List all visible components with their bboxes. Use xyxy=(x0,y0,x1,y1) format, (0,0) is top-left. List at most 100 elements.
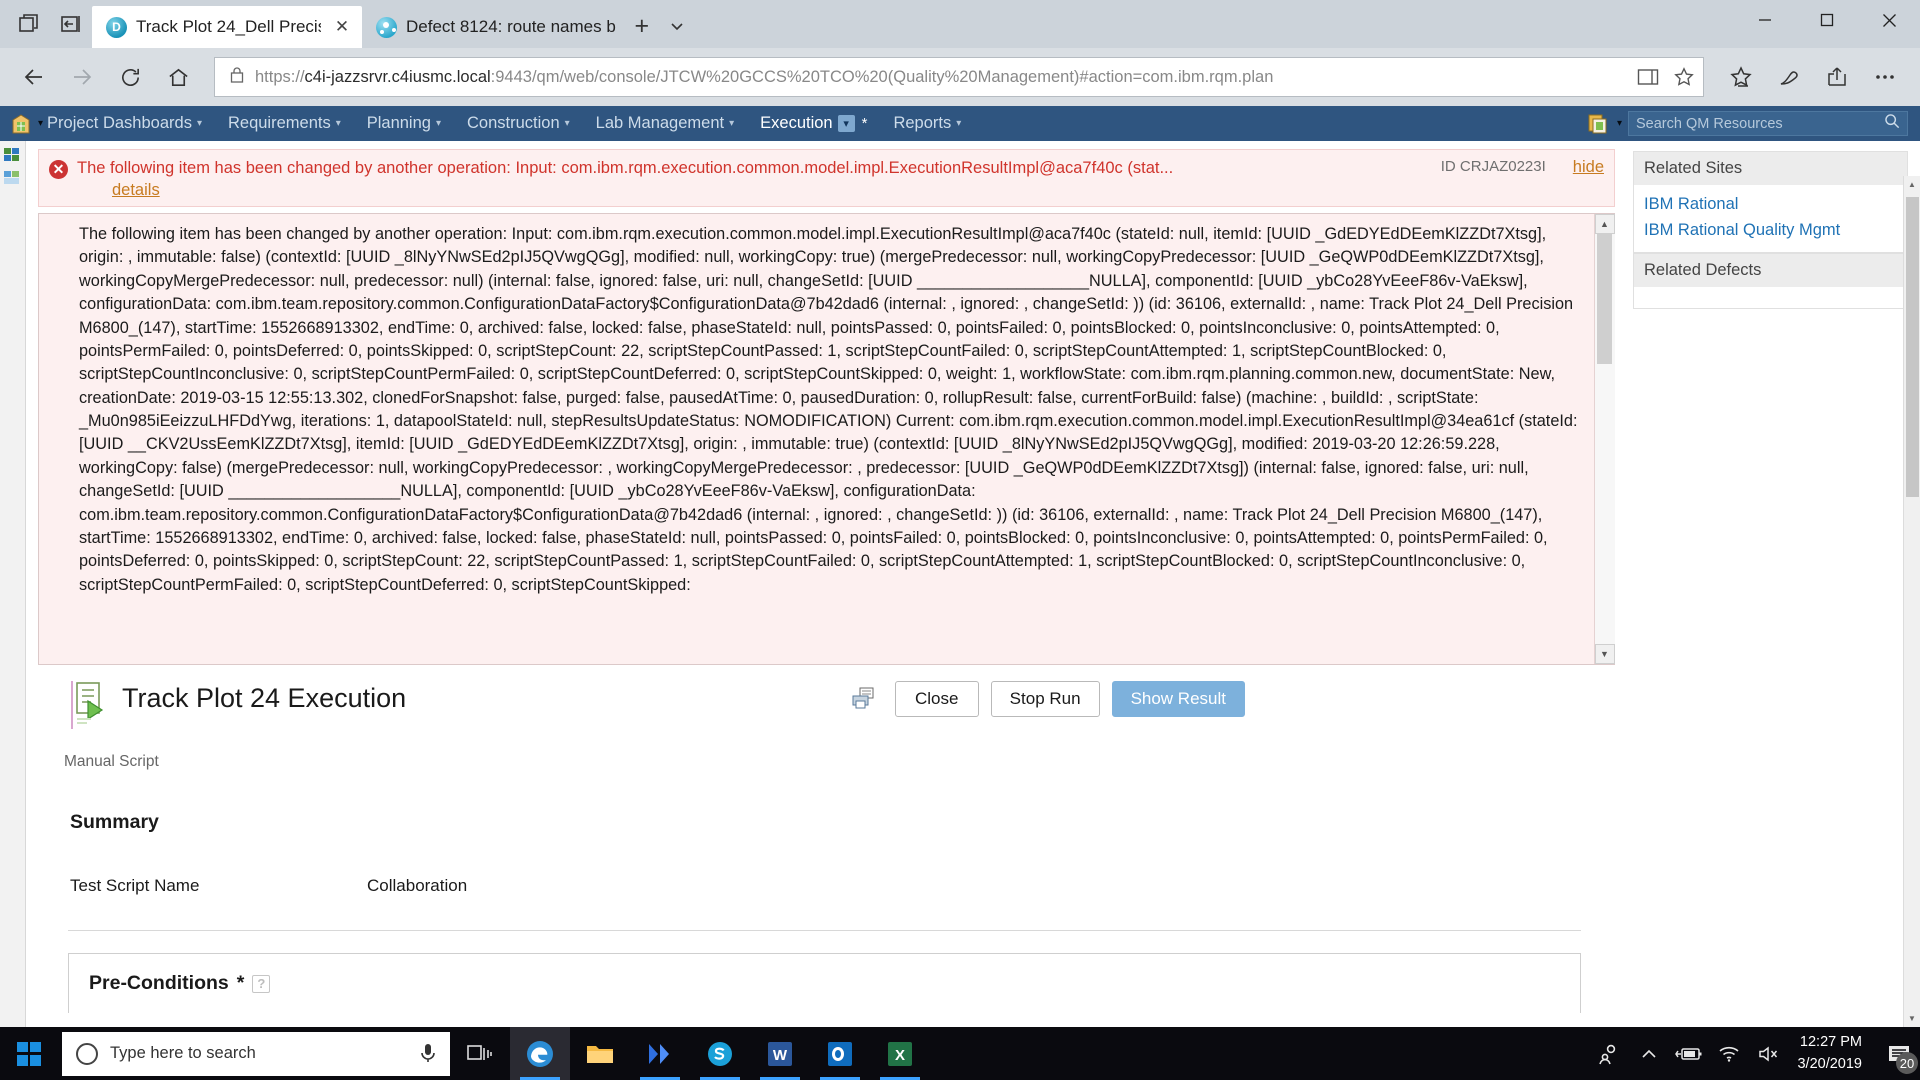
taskbar-search-placeholder: Type here to search xyxy=(110,1044,256,1062)
battery-charging-icon[interactable] xyxy=(1669,1027,1709,1080)
qm-search-box[interactable] xyxy=(1628,111,1908,136)
related-sites-heading: Related Sites xyxy=(1633,151,1908,185)
task-view-icon[interactable] xyxy=(450,1027,510,1080)
scroll-thumb[interactable] xyxy=(1596,234,1612,365)
home-button-icon[interactable] xyxy=(156,55,200,99)
jazz-menu: Project Dashboards ▾ Requirements ▾ Planni… xyxy=(43,106,974,141)
maximize-button[interactable] xyxy=(1796,0,1858,40)
preconditions-section: Pre-Conditions * ? xyxy=(68,953,1581,1014)
start-button[interactable] xyxy=(0,1027,58,1080)
summary-heading: Summary xyxy=(70,811,159,834)
page-scroll-thumb[interactable] xyxy=(1906,197,1919,497)
favorites-hub-icon[interactable] xyxy=(1718,55,1764,99)
page-scroll-track[interactable] xyxy=(1904,193,1920,1010)
required-marker: * xyxy=(236,972,245,995)
record-header: Track Plot 24 Execution Close Stop Run S… xyxy=(26,665,1625,731)
taskbar-app-word[interactable]: W xyxy=(750,1027,810,1080)
taskbar-app-file-explorer[interactable] xyxy=(570,1027,630,1080)
unsaved-changes-marker: * xyxy=(861,115,868,132)
microphone-icon[interactable] xyxy=(418,1042,440,1066)
taskbar-app-outlook[interactable] xyxy=(810,1027,870,1080)
related-site-link[interactable]: IBM Rational xyxy=(1644,192,1897,218)
page-scrollbar[interactable]: ▲ ▼ xyxy=(1903,176,1920,1027)
manual-script-icon xyxy=(68,679,110,731)
clipboard-icon[interactable] xyxy=(1587,113,1611,135)
action-center-icon[interactable]: 20 xyxy=(1878,1027,1920,1080)
settings-more-icon[interactable] xyxy=(1862,55,1908,99)
wifi-icon[interactable] xyxy=(1709,1027,1749,1080)
clipboard-menu-caret-icon[interactable]: ▾ xyxy=(1617,118,1622,129)
notification-count-badge: 20 xyxy=(1896,1052,1918,1074)
tab-title: Defect 8124: route names b xyxy=(406,17,616,36)
address-bar[interactable]: https://c4i-jazzsrvr.c4iusmc.local:9443/… xyxy=(214,57,1704,97)
menu-label: Requirements xyxy=(227,114,331,132)
taskbar-app-excel[interactable]: X xyxy=(870,1027,930,1080)
menu-construction[interactable]: Construction ▾ xyxy=(454,106,583,141)
share-icon[interactable] xyxy=(1814,55,1860,99)
close-window-button[interactable] xyxy=(1858,0,1920,40)
menu-requirements[interactable]: Requirements ▾ xyxy=(215,106,354,141)
reading-view-icon[interactable] xyxy=(1635,64,1661,90)
forward-button-icon[interactable] xyxy=(60,55,104,99)
browser-tab-active[interactable]: Track Plot 24_Dell Precis ✕ xyxy=(92,6,362,48)
section-divider xyxy=(68,930,1581,932)
back-button-icon[interactable] xyxy=(12,55,56,99)
people-icon[interactable] xyxy=(1589,1027,1629,1080)
scroll-down-icon[interactable]: ▼ xyxy=(1594,644,1615,665)
stop-run-button[interactable]: Stop Run xyxy=(990,681,1100,718)
menu-reports[interactable]: Reports ▾ xyxy=(880,106,974,141)
scroll-track[interactable] xyxy=(1594,234,1615,645)
menu-execution[interactable]: Execution ▾ * xyxy=(747,106,880,141)
browser-toolbar: https://c4i-jazzsrvr.c4iusmc.local:9443/… xyxy=(0,48,1920,106)
rqm-favicon-icon xyxy=(106,16,127,38)
expand-sidebar-icon[interactable] xyxy=(3,147,23,165)
chevron-down-icon[interactable]: ▾ xyxy=(837,115,855,132)
taskbar-clock[interactable]: 12:27 PM 3/20/2019 xyxy=(1789,1032,1878,1074)
show-hidden-icons-chevron-icon[interactable] xyxy=(1629,1027,1669,1080)
show-result-button[interactable]: Show Result xyxy=(1111,681,1245,718)
jazz-home-icon[interactable] xyxy=(10,113,32,135)
hide-details-link-2[interactable]: details xyxy=(112,181,160,200)
taskbar-app-skype[interactable] xyxy=(690,1027,750,1080)
menu-label: Lab Management xyxy=(595,114,725,132)
tab-title: Track Plot 24_Dell Precis xyxy=(136,17,321,36)
browser-tab-inactive[interactable]: Defect 8124: route names b xyxy=(362,6,624,48)
error-message: The following item has been changed by a… xyxy=(77,159,1174,177)
menu-project-dashboards[interactable]: Project Dashboards ▾ xyxy=(43,106,215,141)
home-menu-caret-icon[interactable]: ▾ xyxy=(38,118,43,129)
close-button[interactable]: Close xyxy=(894,681,979,718)
chevron-down-icon[interactable] xyxy=(660,8,694,44)
hide-details-link[interactable]: hide xyxy=(1573,158,1604,177)
taskbar-app-media-player[interactable] xyxy=(630,1027,690,1080)
search-icon[interactable] xyxy=(1884,113,1900,134)
page-scroll-down-icon[interactable]: ▼ xyxy=(1904,1010,1920,1027)
tab-preview-icon[interactable] xyxy=(8,4,50,44)
menu-lab-management[interactable]: Lab Management ▾ xyxy=(583,106,747,141)
minimize-button[interactable] xyxy=(1734,0,1796,40)
help-icon[interactable]: ? xyxy=(252,974,271,993)
new-tab-button[interactable]: + xyxy=(624,8,660,44)
close-icon[interactable]: ✕ xyxy=(330,15,354,39)
taskbar-search[interactable]: Type here to search xyxy=(62,1031,450,1076)
menu-planning[interactable]: Planning ▾ xyxy=(354,106,454,141)
search-input[interactable] xyxy=(1636,115,1884,132)
taskbar-app-edge[interactable] xyxy=(510,1027,570,1080)
browser-tab-strip: Track Plot 24_Dell Precis ✕ Defect 8124:… xyxy=(0,0,1920,48)
details-scrollbar[interactable]: ▲ ▼ xyxy=(1594,214,1615,665)
left-rail xyxy=(0,141,26,1027)
web-notes-icon[interactable] xyxy=(1766,55,1812,99)
refresh-button-icon[interactable] xyxy=(108,55,152,99)
right-sidebar: Related Sites IBM Rational IBM Rational … xyxy=(1625,141,1920,1027)
set-tabs-aside-icon[interactable] xyxy=(50,4,92,44)
page-scroll-up-icon[interactable]: ▲ xyxy=(1904,176,1920,193)
volume-muted-icon[interactable] xyxy=(1749,1027,1789,1080)
favorite-star-icon[interactable] xyxy=(1671,64,1697,90)
cortana-circle-icon xyxy=(76,1042,98,1065)
related-sites-body: IBM Rational IBM Rational Quality Mgmt xyxy=(1633,185,1908,254)
mini-dashboard-icon[interactable] xyxy=(3,170,23,188)
menu-label: Execution xyxy=(760,114,833,132)
related-site-link[interactable]: IBM Rational Quality Mgmt xyxy=(1644,218,1897,244)
windows-logo-icon xyxy=(17,1041,41,1066)
scroll-up-icon[interactable]: ▲ xyxy=(1594,214,1615,235)
print-icon[interactable] xyxy=(851,687,877,711)
